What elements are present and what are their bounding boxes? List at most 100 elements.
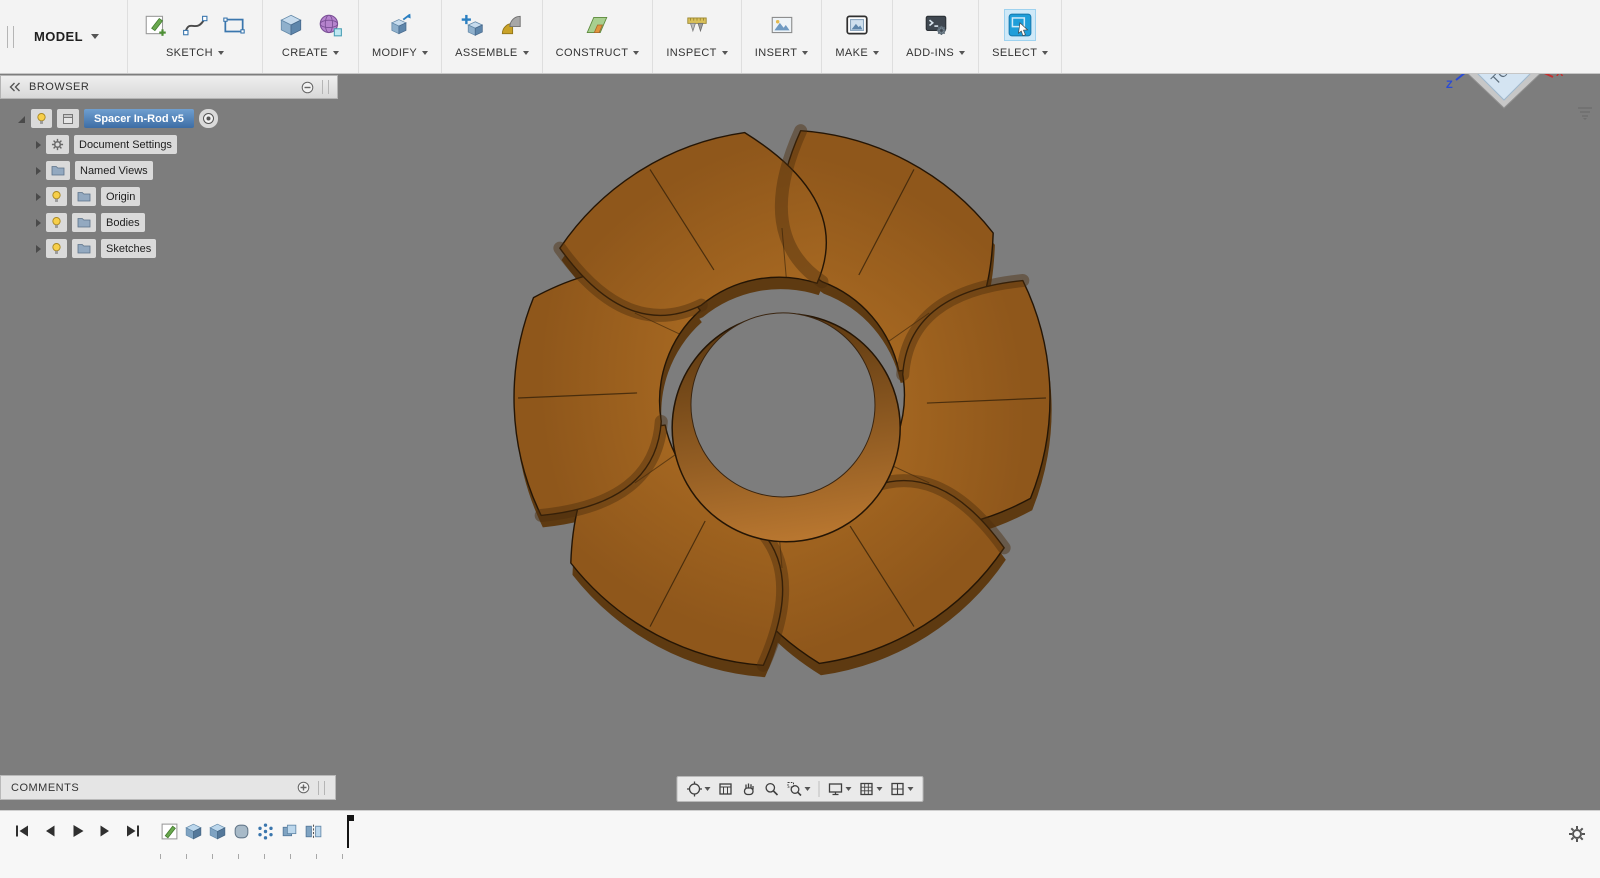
timeline-position-marker[interactable] <box>347 815 349 848</box>
tree-item-label[interactable]: Document Settings <box>74 135 177 154</box>
insert-image-icon[interactable] <box>767 10 797 40</box>
tree-item-label[interactable]: Bodies <box>101 213 145 232</box>
3d-print-icon[interactable] <box>842 10 872 40</box>
visibility-chip[interactable] <box>46 239 67 258</box>
spline-icon[interactable] <box>180 10 210 40</box>
timeline-feature-combine-icon[interactable] <box>280 822 299 841</box>
go-to-end-button[interactable] <box>125 824 141 838</box>
expand-open-icon[interactable] <box>16 114 26 124</box>
scripts-addins-icon[interactable] <box>921 10 951 40</box>
toolbar-group-sketch: SKETCH <box>127 0 262 73</box>
expand-closed-icon[interactable] <box>36 219 41 227</box>
browser-panel: BROWSER Spacer In-Rod v5 <box>0 75 338 260</box>
go-to-start-button[interactable] <box>14 824 30 838</box>
viewports-button[interactable] <box>888 780 916 798</box>
toolbar-group-label[interactable]: MODIFY <box>372 47 428 59</box>
measure-icon[interactable] <box>682 10 712 40</box>
expand-closed-icon[interactable] <box>36 245 41 253</box>
toolbar-group-label[interactable]: CREATE <box>282 47 339 59</box>
orbit-button[interactable] <box>685 780 713 798</box>
tree-root-label[interactable]: Spacer In-Rod v5 <box>84 109 194 128</box>
play-button[interactable] <box>70 824 85 838</box>
timeline-feature-extrude-icon[interactable] <box>208 822 227 841</box>
toolbar-group-label[interactable]: INSPECT <box>666 47 727 59</box>
display-settings-button[interactable] <box>826 780 854 798</box>
row-icon-chip <box>72 213 96 232</box>
timeline-feature-sketch-icon[interactable] <box>160 822 179 841</box>
visibility-chip[interactable] <box>46 213 67 232</box>
tree-row-document-settings[interactable]: Document Settings <box>0 133 338 156</box>
toolbar-group-modify: MODIFY <box>358 0 441 73</box>
add-comment-icon[interactable] <box>297 781 310 794</box>
chevron-down-icon <box>705 787 711 791</box>
comments-bar[interactable]: COMMENTS <box>0 775 336 800</box>
tree-row-named-views[interactable]: Named Views <box>0 159 338 182</box>
expand-closed-icon[interactable] <box>36 167 41 175</box>
chevron-down-icon <box>908 787 914 791</box>
chevron-down-icon <box>91 34 99 39</box>
timeline-feature-fillet-icon[interactable] <box>232 822 251 841</box>
extrude-icon[interactable] <box>276 10 306 40</box>
step-forward-button[interactable] <box>98 824 112 838</box>
toolbar-group-label[interactable]: SKETCH <box>166 47 224 59</box>
new-component-icon[interactable] <box>457 10 487 40</box>
tree-item-label[interactable]: Origin <box>101 187 140 206</box>
model-body-spacer[interactable] <box>396 73 1169 786</box>
timeline-feature-mirror-icon[interactable] <box>304 822 323 841</box>
look-at-button[interactable] <box>716 780 736 798</box>
create-sketch-icon[interactable] <box>141 10 171 40</box>
magnifier-icon <box>764 781 780 797</box>
form-icon[interactable] <box>315 10 345 40</box>
timeline-feature-circular-pattern-icon[interactable] <box>256 822 275 841</box>
zoom-button[interactable] <box>762 780 782 798</box>
tree-item-label[interactable]: Named Views <box>75 161 153 180</box>
grid-and-snaps-button[interactable] <box>857 780 885 798</box>
expand-closed-icon[interactable] <box>36 141 41 149</box>
lightbulb-icon[interactable] <box>51 216 62 230</box>
tree-row-sketches[interactable]: Sketches <box>0 237 338 260</box>
minimize-panel-icon[interactable] <box>301 81 314 94</box>
fusion360-window: MODEL SKETCH <box>0 0 1600 878</box>
browser-header[interactable]: BROWSER <box>0 75 338 99</box>
visibility-chip[interactable] <box>46 187 67 206</box>
tree-row-origin[interactable]: Origin <box>0 185 338 208</box>
activate-component-radio[interactable] <box>199 109 218 128</box>
toolbar-group-label[interactable]: SELECT <box>992 47 1048 59</box>
toolbar-group-label[interactable]: ASSEMBLE <box>455 47 529 59</box>
toolbar-group-label[interactable]: CONSTRUCT <box>556 47 640 59</box>
main-toolbar: MODEL SKETCH <box>0 0 1600 74</box>
pan-button[interactable] <box>739 780 759 798</box>
row-icon-chip <box>72 187 96 206</box>
construction-plane-icon[interactable] <box>582 10 612 40</box>
chevron-down-icon <box>846 787 852 791</box>
panel-grip[interactable] <box>322 80 329 94</box>
navbar-flyout-button[interactable] <box>1576 106 1594 125</box>
tree-item-label[interactable]: Sketches <box>101 239 156 258</box>
step-back-button[interactable] <box>43 824 57 838</box>
workspace-switcher[interactable]: MODEL <box>14 0 127 73</box>
component-icon <box>62 113 74 125</box>
visibility-chip[interactable] <box>31 109 52 128</box>
timeline-feature-extrude-icon[interactable] <box>184 822 203 841</box>
collapse-panel-icon[interactable] <box>9 82 21 92</box>
tree-row-root[interactable]: Spacer In-Rod v5 <box>0 107 338 130</box>
toolbar-grip[interactable] <box>7 26 14 48</box>
fit-button[interactable] <box>785 780 813 798</box>
select-icon[interactable] <box>1005 10 1035 40</box>
tree-row-bodies[interactable]: Bodies <box>0 211 338 234</box>
toolbar-group-label[interactable]: MAKE <box>835 47 879 59</box>
joint-icon[interactable] <box>496 10 526 40</box>
expand-closed-icon[interactable] <box>36 193 41 201</box>
chevron-down-icon <box>722 51 728 55</box>
lightbulb-icon[interactable] <box>36 112 47 126</box>
panel-grip[interactable] <box>318 781 325 795</box>
chevron-down-icon <box>873 51 879 55</box>
toolbar-group-label[interactable]: INSERT <box>755 47 809 59</box>
timeline-options-button[interactable] <box>1568 825 1586 848</box>
lightbulb-icon[interactable] <box>51 242 62 256</box>
two-point-rectangle-icon[interactable] <box>219 10 249 40</box>
gear-icon <box>51 138 64 151</box>
press-pull-icon[interactable] <box>385 10 415 40</box>
lightbulb-icon[interactable] <box>51 190 62 204</box>
toolbar-group-label[interactable]: ADD-INS <box>906 47 965 59</box>
